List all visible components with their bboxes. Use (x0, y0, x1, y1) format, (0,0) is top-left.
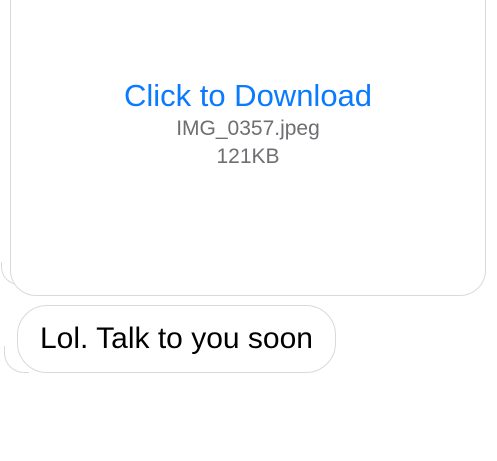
attachment-file-size: 121KB (216, 145, 280, 168)
message-thread: Click to Download IMG_0357.jpeg 121KB Lo… (0, 0, 497, 461)
message-text: Lol. Talk to you soon (40, 322, 313, 355)
download-link[interactable]: Click to Download (11, 77, 485, 115)
message-bubble: Lol. Talk to you soon (17, 305, 336, 373)
attachment-file-name: IMG_0357.jpeg (176, 117, 320, 140)
attachment-bubble: Click to Download IMG_0357.jpeg 121KB (10, 0, 486, 296)
attachment-content: Click to Download IMG_0357.jpeg 121KB (11, 77, 485, 171)
